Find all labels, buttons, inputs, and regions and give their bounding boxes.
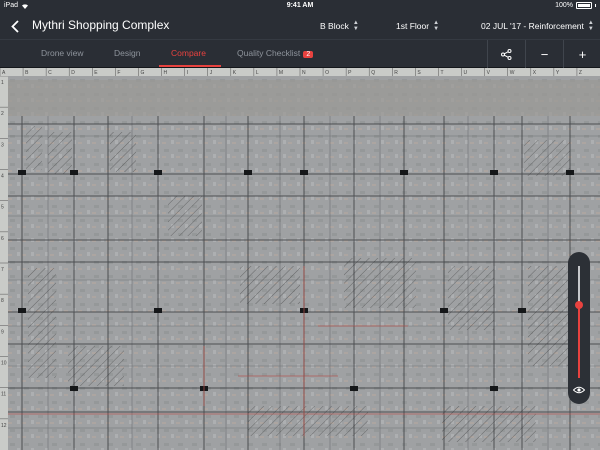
date-layer-selector[interactable]: 02 JUL '17 - Reinforcement ▲ ▼ bbox=[481, 20, 594, 32]
updown-icon: ▲ ▼ bbox=[587, 20, 594, 32]
quality-count-badge: 2 bbox=[303, 51, 314, 58]
ruler-left-ticks: 123456789101112 bbox=[0, 75, 8, 429]
battery-tip bbox=[595, 4, 596, 7]
tab-compare[interactable]: Compare bbox=[171, 48, 206, 58]
zoom-out-button[interactable]: − bbox=[525, 40, 563, 68]
back-button[interactable] bbox=[8, 17, 22, 35]
tab-drone-view[interactable]: Drone view bbox=[41, 48, 84, 58]
floor-selector[interactable]: 1st Floor ▲ ▼ bbox=[396, 20, 439, 32]
chevron-left-icon bbox=[11, 19, 19, 33]
share-icon bbox=[501, 48, 512, 60]
updown-icon: ▲ ▼ bbox=[433, 20, 440, 32]
slider-fill bbox=[578, 305, 580, 378]
floor-selector-label: 1st Floor bbox=[396, 21, 430, 31]
block-selector[interactable]: B Block ▲ ▼ bbox=[320, 20, 359, 32]
active-tab-indicator bbox=[159, 65, 221, 67]
tab-quality-checklist[interactable]: Quality Checklist 2 bbox=[237, 48, 314, 58]
tab-design[interactable]: Design bbox=[114, 48, 140, 58]
status-bar: iPad 9:41 AM 100% bbox=[0, 0, 600, 12]
ruler-left-label: 7 bbox=[1, 267, 4, 273]
ruler-left-label: 11 bbox=[1, 392, 6, 398]
date-layer-label: 02 JUL '17 - Reinforcement bbox=[481, 21, 584, 31]
updown-icon: ▲ ▼ bbox=[352, 20, 359, 32]
block-selector-label: B Block bbox=[320, 21, 349, 31]
tab-bar: Drone view Design Compare Quality Checkl… bbox=[0, 40, 600, 68]
overlay-drawing[interactable] bbox=[8, 76, 600, 450]
battery-percent: 100% bbox=[555, 2, 573, 9]
status-right: 100% bbox=[555, 2, 596, 9]
ruler-left-label: 1 bbox=[1, 80, 4, 86]
battery-icon bbox=[576, 2, 592, 9]
ruler-left-label: 3 bbox=[1, 142, 4, 148]
share-button[interactable] bbox=[487, 40, 525, 68]
ruler-top: ABCDEFGHIJKLMNOPQRSTUVWXYZ bbox=[0, 68, 600, 76]
eye-icon[interactable] bbox=[573, 386, 585, 394]
ruler-left-label: 6 bbox=[1, 236, 4, 242]
compare-viewer[interactable]: ABCDEFGHIJKLMNOPQRSTUVWXYZ 1 2 3 4 5 6 7 8 9 10 11… bbox=[0, 68, 600, 450]
ruler-left-label: 10 bbox=[1, 361, 7, 367]
zoom-in-button[interactable]: + bbox=[563, 40, 600, 68]
ruler-left-label: 8 bbox=[1, 298, 4, 304]
page-title: Mythri Shopping Complex bbox=[32, 18, 170, 32]
status-time: 9:41 AM bbox=[286, 2, 314, 9]
slider-thumb[interactable] bbox=[575, 301, 583, 310]
tab-quality-label: Quality Checklist bbox=[237, 48, 301, 58]
ruler-left-label: 2 bbox=[1, 111, 4, 117]
title-bar: Mythri Shopping Complex B Block ▲ ▼ 1st F… bbox=[0, 12, 600, 40]
ruler-left-label: 4 bbox=[1, 174, 4, 180]
ruler-left: 1 2 3 4 5 6 7 8 9 10 11 12 bbox=[0, 75, 8, 450]
overlay-opacity-slider[interactable] bbox=[568, 252, 590, 404]
ruler-left-label: 12 bbox=[1, 423, 7, 429]
ruler-top-ticks: ABCDEFGHIJKLMNOPQRSTUVWXYZ bbox=[0, 68, 582, 76]
upper-strip bbox=[8, 80, 600, 116]
ruler-left-label: 5 bbox=[1, 205, 4, 211]
ruler-left-label: 9 bbox=[1, 329, 4, 335]
